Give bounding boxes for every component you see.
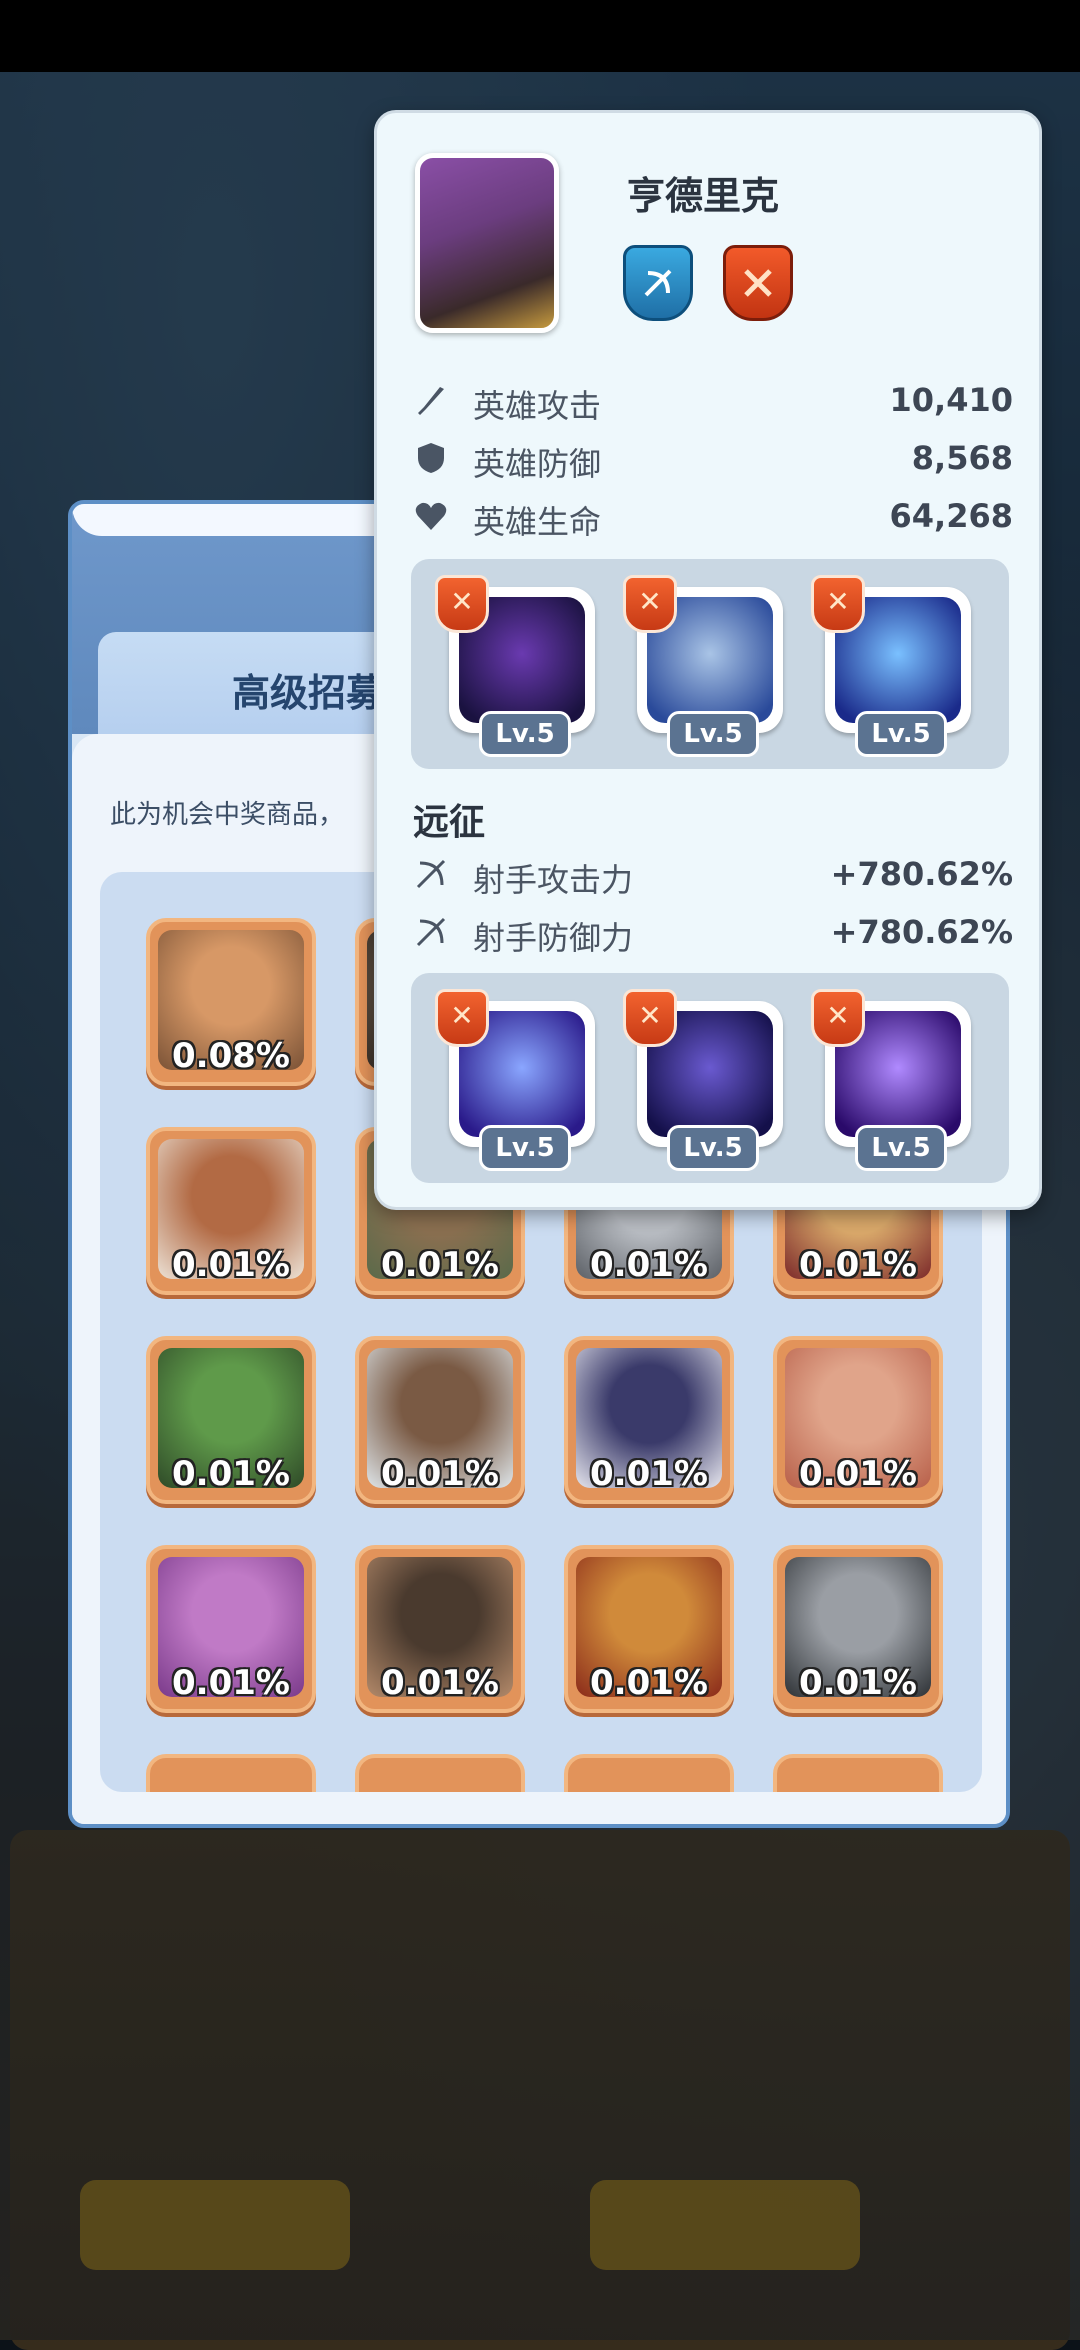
- hero-name: 亨德里克: [627, 174, 780, 218]
- crossed-swords-icon: ✕: [435, 989, 489, 1047]
- hero-cell[interactable]: 0.01%: [146, 1545, 316, 1713]
- stat-attack: 英雄攻击 10,410: [413, 379, 1013, 429]
- drop-rate: 0.01%: [590, 1454, 708, 1494]
- expedition-skills-strip: ✕ Lv.5 ✕ Lv.5 ✕ Lv.5: [411, 973, 1009, 1183]
- drop-rate: 0.01%: [799, 1454, 917, 1494]
- hero-cell[interactable]: [146, 1754, 316, 1792]
- stat-label: 英雄攻击: [473, 387, 602, 425]
- stat-value: 10,410: [889, 381, 1013, 419]
- stat-label: 英雄防御: [473, 445, 602, 483]
- expedition-stat-attack: 射手攻击力 +780.62%: [413, 853, 1013, 903]
- skill-level: Lv.5: [667, 711, 759, 757]
- skill-slot[interactable]: ✕ Lv.5: [811, 575, 971, 757]
- skill-slot[interactable]: ✕ Lv.5: [623, 989, 783, 1171]
- drop-rate: 0.01%: [172, 1245, 290, 1285]
- expedition-title: 远征: [413, 802, 486, 843]
- heart-icon: [413, 499, 449, 535]
- sword-icon: [413, 383, 449, 419]
- hero-cell[interactable]: 0.01%: [773, 1336, 943, 1504]
- hero-skills-strip: ✕ Lv.5 ✕ Lv.5 ✕ Lv.5: [411, 559, 1009, 769]
- hero-cell[interactable]: 0.01%: [146, 1336, 316, 1504]
- stat-label: 英雄生命: [473, 503, 602, 541]
- hero-cell[interactable]: 0.01%: [564, 1545, 734, 1713]
- stat-health: 英雄生命 64,268: [413, 495, 1013, 545]
- stat-value: 8,568: [911, 439, 1013, 477]
- hero-cell[interactable]: 0.01%: [355, 1545, 525, 1713]
- drop-rate: 0.01%: [381, 1663, 499, 1703]
- stat-value: 64,268: [889, 497, 1013, 535]
- stat-label: 射手攻击力: [473, 861, 634, 899]
- hero-cell[interactable]: 0.01%: [773, 1545, 943, 1713]
- hero-portrait: [415, 153, 559, 333]
- crossed-swords-icon: ✕: [811, 989, 865, 1047]
- drop-rate: 0.01%: [381, 1454, 499, 1494]
- crossed-swords-icon: ✕: [623, 989, 677, 1047]
- crossed-swords-icon: ✕: [623, 575, 677, 633]
- skill-slot[interactable]: ✕ Lv.5: [435, 575, 595, 757]
- stat-label: 射手防御力: [473, 919, 634, 957]
- skill-level: Lv.5: [855, 711, 947, 757]
- stat-value: +780.62%: [830, 855, 1013, 893]
- drop-rate: 0.01%: [381, 1245, 499, 1285]
- crossed-swords-icon: ✕: [811, 575, 865, 633]
- bow-icon: [413, 915, 449, 951]
- stat-defense: 英雄防御 8,568: [413, 437, 1013, 487]
- hero-cell[interactable]: 0.01%: [564, 1336, 734, 1504]
- drop-rate: 0.01%: [172, 1663, 290, 1703]
- hero-cell[interactable]: [564, 1754, 734, 1792]
- archer-class-icon: [623, 245, 693, 321]
- drop-rate: 0.01%: [590, 1245, 708, 1285]
- hero-cell[interactable]: [355, 1754, 525, 1792]
- expedition-stat-defense: 射手防御力 +780.62%: [413, 911, 1013, 961]
- skill-level: Lv.5: [855, 1125, 947, 1171]
- status-bar: [0, 0, 1080, 72]
- skill-slot[interactable]: ✕ Lv.5: [811, 989, 971, 1171]
- hero-cell[interactable]: 0.08%: [146, 918, 316, 1086]
- hero-detail-popup: 亨德里克 英雄攻击 10,410 英雄防御 8,568 英雄生命 64,268 …: [374, 110, 1042, 1210]
- skill-level: Lv.5: [479, 1125, 571, 1171]
- bow-icon: [413, 857, 449, 893]
- drop-rate: 0.08%: [172, 1036, 290, 1076]
- skill-slot[interactable]: ✕ Lv.5: [435, 989, 595, 1171]
- drop-rate: 0.01%: [799, 1663, 917, 1703]
- drop-rate: 0.01%: [172, 1454, 290, 1494]
- probability-notice: 此为机会中奖商品，: [110, 800, 345, 830]
- skill-level: Lv.5: [479, 711, 571, 757]
- hero-cell[interactable]: 0.01%: [355, 1336, 525, 1504]
- skill-level: Lv.5: [667, 1125, 759, 1171]
- drop-rate: 0.01%: [590, 1663, 708, 1703]
- stat-value: +780.62%: [830, 913, 1013, 951]
- shield-icon: [413, 441, 449, 477]
- skill-slot[interactable]: ✕ Lv.5: [623, 575, 783, 757]
- crossed-swords-icon: ✕: [435, 575, 489, 633]
- crossed-swords-icon: [723, 245, 793, 321]
- hero-cell[interactable]: 0.01%: [146, 1127, 316, 1295]
- drop-rate: 0.01%: [799, 1245, 917, 1285]
- hero-cell[interactable]: [773, 1754, 943, 1792]
